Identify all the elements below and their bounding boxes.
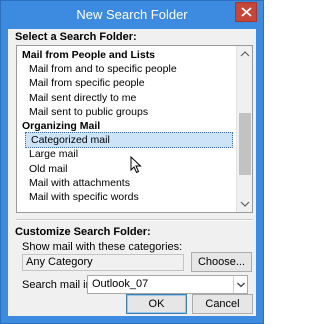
list-item[interactable]: Categorized mail <box>17 132 236 149</box>
list-item[interactable]: Large mail <box>17 147 236 161</box>
categories-field: Any Category <box>22 254 184 271</box>
list-group-header: Mail from People and Lists <box>17 48 236 62</box>
section-divider <box>16 219 253 221</box>
search-folder-list-items: Mail from People and Lists Mail from and … <box>17 46 236 212</box>
close-button[interactable] <box>235 2 257 22</box>
ok-button[interactable]: OK <box>126 294 187 314</box>
list-group-header: Organizing Mail <box>17 119 236 133</box>
list-item[interactable]: Mail sent to public groups <box>17 105 236 119</box>
list-item[interactable]: Mail from and to specific people <box>17 62 236 76</box>
list-item-label: Categorized mail <box>31 134 110 147</box>
close-icon <box>241 7 252 17</box>
list-item-label: Old mail <box>29 162 68 175</box>
list-item-label: Mail with specific words <box>29 191 139 203</box>
list-item-label: Mail sent directly to me <box>29 91 137 104</box>
scrollbar-thumb[interactable] <box>239 113 251 175</box>
new-search-folder-dialog: New Search Folder Select a Search Folder… <box>0 0 264 324</box>
list-item-label: Mail with attachments <box>29 176 130 189</box>
list-item-label: Large mail <box>29 148 79 161</box>
list-item-label: Mail from People and Lists <box>22 49 156 61</box>
list-item-label: Mail sent to public groups <box>29 105 149 118</box>
list-item[interactable]: Mail sent directly to me <box>17 91 236 105</box>
title-bar: New Search Folder <box>1 1 263 29</box>
list-item[interactable]: Mail from specific people <box>17 76 236 90</box>
choose-button[interactable]: Choose... <box>191 252 252 272</box>
categories-label: Show mail with these categories: <box>22 241 183 253</box>
scroll-up-button[interactable] <box>237 46 252 62</box>
dialog-title: New Search Folder <box>76 7 188 22</box>
search-mail-in-dropdown[interactable]: Outlook_07 <box>87 275 248 294</box>
mouse-pointer-icon <box>130 156 142 174</box>
list-item-label: Organizing Mail <box>22 120 101 132</box>
search-mail-in-label: Search mail in: <box>22 279 95 291</box>
customize-search-folder-label: Customize Search Folder: <box>15 226 151 238</box>
dialog-body: Select a Search Folder: Mail from People… <box>8 29 256 316</box>
list-item[interactable]: Old mail <box>17 162 236 176</box>
list-item[interactable]: Mail with specific words <box>17 190 236 204</box>
list-scrollbar[interactable] <box>236 46 252 212</box>
list-item[interactable]: Mail with attachments <box>17 176 236 190</box>
chevron-up-icon <box>240 51 250 57</box>
search-mail-in-value: Outlook_07 <box>92 278 149 290</box>
search-folder-list[interactable]: Mail from People and Lists Mail from and … <box>16 45 253 213</box>
dropdown-arrow[interactable] <box>233 276 247 293</box>
list-item-label: Mail from specific people <box>29 77 145 90</box>
cancel-button[interactable]: Cancel <box>192 294 253 314</box>
chevron-down-icon <box>237 282 245 288</box>
select-search-folder-label: Select a Search Folder: <box>15 31 137 43</box>
chevron-down-icon <box>240 201 250 207</box>
list-item-label: Mail from and to specific people <box>29 63 177 76</box>
scroll-down-button[interactable] <box>237 196 252 212</box>
